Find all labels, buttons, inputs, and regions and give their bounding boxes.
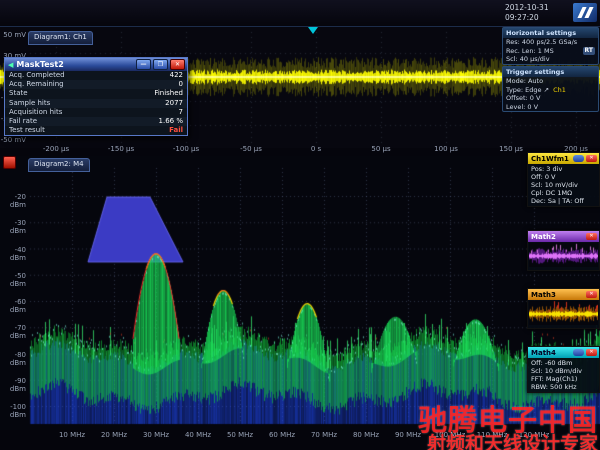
masktest-row-value: 0: [178, 80, 183, 89]
masktest-row: Acq. Completed 422: [5, 71, 187, 81]
d2-x-axis-label: 30 MHz: [142, 431, 170, 439]
badge-detail-line: Scl: 10 mV/div: [531, 181, 578, 189]
badge-math3[interactable]: Math3 ✕: [527, 288, 600, 329]
masktest-dialog-title: MaskTest2: [16, 60, 64, 69]
badge-detail-line: Scl: 10 dBm/div: [531, 367, 582, 375]
status-time: 09:27:20: [505, 13, 539, 22]
masktest-row-value: Fail: [169, 126, 183, 135]
badge-math3-title: Math3: [531, 290, 556, 299]
masktest-row-value: 422: [169, 71, 183, 79]
masktest-dialog[interactable]: ◀ MaskTest2 — ❐ ✕ Acq. Completed 422 Acq. …: [4, 57, 188, 137]
badge-detail-line: Off: -60 dBm: [531, 359, 573, 367]
masktest-row-label: Acq. Completed: [9, 71, 65, 79]
dialog-close-button[interactable]: ✕: [170, 59, 185, 70]
masktest-row: State Finished: [5, 89, 187, 99]
horizontal-resolution: Res: 400 ps/2.5 GSa/s: [506, 38, 578, 46]
badge-close-icon[interactable]: ✕: [586, 233, 597, 240]
masktest-row-label: Fail rate: [9, 117, 38, 126]
masktest-results-table: Acq. Completed 422 Acq. Remaining 0 State Fin…: [5, 71, 187, 136]
badge-math4[interactable]: Math4 ✕ Off: -60 dBm Scl: 10 dBm/div FFT: …: [527, 346, 600, 393]
d2-x-axis-label: 60 MHz: [268, 431, 296, 439]
status-bar: 2012-10-31 09:27:20: [0, 0, 600, 27]
badge-close-icon[interactable]: ✕: [586, 349, 597, 356]
badge-pin-icon[interactable]: [573, 155, 584, 162]
d2-x-axis-label: 80 MHz: [352, 431, 380, 439]
badge-math2-title: Math2: [531, 232, 556, 241]
masktest-dialog-icon: ◀: [8, 60, 14, 69]
status-date: 2012-10-31: [505, 3, 549, 12]
masktest-row-value: 1.66 %: [158, 117, 183, 126]
watermark-line2: 射频和天线设计专家: [426, 433, 598, 450]
tab-diagram2[interactable]: Diagram2: M4: [28, 158, 90, 172]
badge-close-icon[interactable]: ✕: [586, 155, 597, 162]
horizontal-record-length: Rec. Len: 1 MS: [506, 46, 554, 55]
oscilloscope-screen: 2012-10-31 09:27:20 Diagram1: Ch1 Diagra…: [0, 0, 600, 450]
masktest-row-value: 7: [178, 107, 183, 116]
masktest-row-value: Finished: [154, 89, 183, 98]
badge-ch1wfm1-title: Ch1Wfm1: [531, 154, 569, 163]
masktest-row-label: Acq. Remaining: [9, 80, 64, 89]
horizontal-scale: Scl: 40 μs/div: [506, 55, 550, 63]
trigger-level: Level: 0 V: [506, 102, 539, 111]
horizontal-settings-title: Horizontal settings: [503, 28, 598, 38]
tab-diagram1[interactable]: Diagram1: Ch1: [28, 31, 93, 45]
d2-x-axis-label: 50 MHz: [226, 431, 254, 439]
dialog-minimize-button[interactable]: —: [136, 59, 151, 70]
masktest-row: Acquisition hits 7: [5, 107, 187, 118]
trigger-type: Type: Edge ↗: [506, 85, 550, 94]
trigger-settings-panel[interactable]: Trigger settings Mode: Auto Type: Edge ↗…: [502, 66, 599, 112]
badge-close-icon[interactable]: ✕: [586, 291, 597, 298]
trigger-offset: Offset: 0 V: [506, 94, 541, 102]
badge-detail-line: FFT: Mag(Ch1): [531, 375, 578, 383]
d2-x-axis-label: 10 MHz: [58, 431, 86, 439]
dialog-maximize-button[interactable]: ❐: [153, 59, 168, 70]
masktest-row-label: State: [9, 89, 28, 98]
masktest-row: Fail rate 1.66 %: [5, 117, 187, 127]
masktest-row-value: 2077: [165, 98, 183, 107]
masktest-row-label: Acquisition hits: [9, 107, 63, 116]
trigger-source: Ch1: [553, 85, 566, 94]
trigger-mode: Mode: Auto: [506, 77, 544, 85]
d2-x-axis-label: 20 MHz: [100, 431, 128, 439]
badge-detail-line: Cpl: DC 1MΩ: [531, 189, 573, 197]
vendor-watermark: 驰腾电子中国 射频和天线设计专家: [418, 406, 598, 450]
badge-detail-line: RBW: 500 kHz: [531, 383, 577, 391]
badge-ch1wfm1[interactable]: Ch1Wfm1 ✕ Pos: 3 div Off: 0 V Scl: 10 mV/d…: [527, 152, 600, 207]
badge-ch1wfm1-details: Pos: 3 div Off: 0 V Scl: 10 mV/div Cpl: DC …: [528, 164, 599, 206]
masktest-dialog-titlebar[interactable]: ◀ MaskTest2 — ❐ ✕: [5, 58, 187, 71]
badge-math2[interactable]: Math2 ✕: [527, 230, 600, 271]
masktest-row: Test result Fail: [5, 126, 187, 136]
masktest-row-label: Test result: [9, 126, 45, 135]
realtime-badge: RT: [582, 46, 595, 55]
badge-detail-line: Dec: Sa | TA: Off: [531, 197, 584, 205]
math3-thumbnail[interactable]: [529, 301, 598, 325]
d2-x-axis-label: 70 MHz: [310, 431, 338, 439]
trigger-settings-title: Trigger settings: [503, 67, 598, 77]
horizontal-settings-panel[interactable]: Horizontal settings Res: 400 ps/2.5 GSa/…: [502, 27, 599, 65]
watermark-line1: 驰腾电子中国: [417, 403, 598, 437]
badge-detail-line: Off: 0 V: [531, 173, 556, 181]
badge-math4-title: Math4: [531, 348, 556, 357]
masktest-row-label: Sample hits: [9, 98, 51, 107]
badge-pin-icon[interactable]: [573, 349, 584, 356]
diagram2-spectrum-canvas[interactable]: [0, 156, 600, 430]
badge-math4-details: Off: -60 dBm Scl: 10 dBm/div FFT: Mag(Ch1)…: [528, 358, 599, 392]
masktest-row: Acq. Remaining 0: [5, 80, 187, 90]
badge-detail-line: Pos: 3 div: [531, 165, 563, 173]
undo-icon[interactable]: [3, 156, 16, 169]
d2-x-axis-label: 40 MHz: [184, 431, 212, 439]
trigger-position-marker[interactable]: [308, 27, 318, 34]
math2-thumbnail[interactable]: [529, 243, 598, 267]
rs-logo: [573, 3, 597, 22]
masktest-row: Sample hits 2077: [5, 98, 187, 108]
